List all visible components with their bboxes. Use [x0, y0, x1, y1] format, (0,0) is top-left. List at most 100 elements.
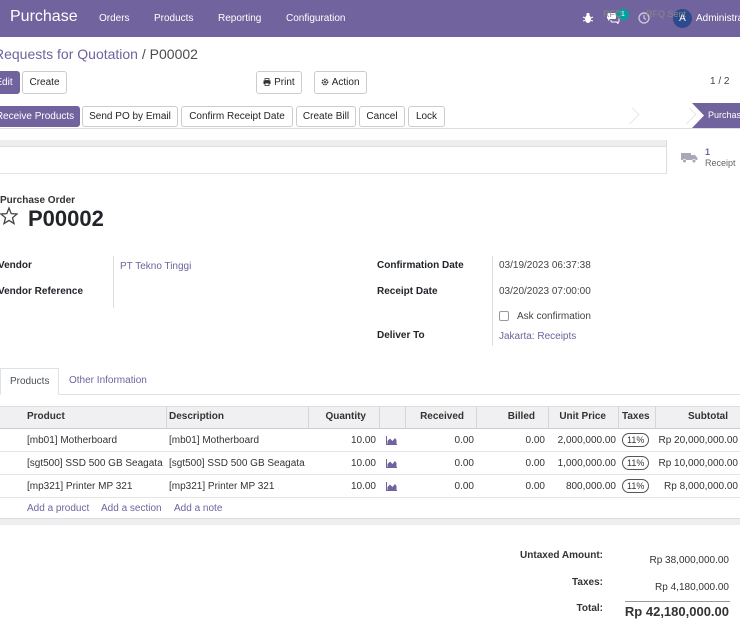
row-billed: 0.00	[525, 435, 545, 446]
row-product[interactable]: [sgt500] SSD 500 GB Seagata	[27, 458, 163, 469]
document-name: P00002	[28, 206, 104, 231]
column-header-billed[interactable]: Billed	[508, 411, 535, 422]
lock-button[interactable]: Lock	[408, 106, 445, 127]
receipt-label: Receipt	[705, 158, 736, 168]
button-box-divider	[0, 173, 740, 174]
truck-icon	[681, 153, 698, 163]
menu-configuration[interactable]: Configuration	[286, 13, 345, 24]
row-description[interactable]: [sgt500] SSD 500 GB Seagata	[169, 458, 305, 469]
forecast-chart-icon[interactable]	[386, 436, 397, 445]
tax-badge[interactable]: 11%	[622, 479, 650, 493]
vendor-value[interactable]: PT Tekno Tinggi	[120, 261, 191, 272]
column-header-taxes[interactable]: Taxes	[622, 411, 650, 422]
column-header-unit-price[interactable]: Unit Price	[559, 411, 606, 422]
row-description[interactable]: [mb01] Motherboard	[169, 435, 259, 446]
table-bottom-strip	[0, 518, 740, 525]
tax-badge[interactable]: 11%	[622, 456, 650, 470]
row-subtotal: Rp 20,000,000.00	[658, 435, 738, 446]
edit-button[interactable]: Edit	[0, 71, 20, 94]
deliver-to-value[interactable]: Jakarta: Receipts	[499, 331, 576, 342]
column-header-description[interactable]: Description	[169, 411, 224, 422]
column-header-subtotal[interactable]: Subtotal	[688, 411, 728, 422]
row-subtotal: Rp 8,000,000.00	[664, 481, 738, 492]
star-icon[interactable]	[0, 206, 18, 226]
receive-products-button[interactable]: Receive Products	[0, 106, 80, 127]
action-button[interactable]: Action	[314, 71, 367, 94]
untaxed-amount-value: Rp 38,000,000.00	[649, 555, 729, 566]
bug-icon[interactable]	[582, 12, 594, 24]
row-received: 0.00	[454, 481, 474, 492]
total-label: Total:	[576, 603, 603, 614]
row-quantity[interactable]: 10.00	[351, 481, 376, 492]
column-separator	[655, 406, 656, 429]
row-subtotal: Rp 10,000,000.00	[658, 458, 738, 469]
confirmation-date-value[interactable]: 03/19/2023 06:37:38	[499, 260, 591, 271]
receipt-date-label: Receipt Date	[377, 286, 438, 297]
print-label: Print	[274, 77, 295, 88]
column-separator	[476, 406, 477, 429]
add-section-link[interactable]: Add a section	[101, 503, 162, 514]
row-quantity[interactable]: 10.00	[351, 458, 376, 469]
total-value: Rp 42,180,000.00	[624, 604, 729, 619]
row-unit-price[interactable]: 1,000,000.00	[558, 458, 616, 469]
taxes-label: Taxes:	[572, 577, 603, 588]
pager-value[interactable]: 1 / 2	[710, 76, 729, 87]
column-separator	[379, 406, 380, 429]
tab-products[interactable]: Products	[0, 368, 60, 395]
send-po-email-button[interactable]: Send PO by Email	[82, 106, 178, 127]
menu-products[interactable]: Products	[154, 13, 193, 24]
action-label: Action	[331, 77, 360, 88]
forecast-chart-icon[interactable]	[386, 482, 397, 491]
confirm-receipt-date-button[interactable]: Confirm Receipt Date	[181, 106, 293, 127]
row-product[interactable]: [mb01] Motherboard	[27, 435, 117, 446]
document-type-label: Purchase Order	[0, 195, 76, 206]
field-divider	[113, 256, 114, 308]
vendor-label: Vendor	[0, 260, 32, 271]
column-header-product[interactable]: Product	[27, 411, 65, 422]
menu-reporting[interactable]: Reporting	[218, 13, 261, 24]
row-received: 0.00	[454, 458, 474, 469]
stage-rfq-sent[interactable]: RFQ Sent	[646, 9, 686, 19]
create-button[interactable]: Create	[22, 71, 67, 94]
row-quantity[interactable]: 10.00	[351, 435, 376, 446]
tab-other-information[interactable]: Other Information	[60, 368, 156, 395]
user-name[interactable]: Administrator	[696, 13, 740, 24]
top-navbar: Purchase Orders Products Reporting Confi…	[0, 0, 740, 37]
column-separator	[405, 406, 406, 429]
confirmation-date-label: Confirmation Date	[377, 260, 464, 271]
deliver-to-label: Deliver To	[377, 330, 425, 341]
stage-rfq[interactable]: RFQ	[603, 9, 622, 19]
row-received: 0.00	[454, 435, 474, 446]
breadcrumb-current: P00002	[149, 46, 198, 62]
receipt-count: 1	[705, 147, 711, 157]
column-separator	[548, 406, 549, 429]
column-separator	[618, 406, 619, 429]
breadcrumb-parent[interactable]: Requests for Quotation	[0, 46, 138, 62]
row-billed: 0.00	[525, 458, 545, 469]
column-separator	[166, 406, 167, 429]
breadcrumb-separator: /	[137, 46, 150, 62]
field-divider	[492, 256, 493, 346]
receipt-smart-button[interactable]: 1 Receipt	[666, 140, 740, 174]
row-unit-price[interactable]: 2,000,000.00	[558, 435, 616, 446]
create-bill-button[interactable]: Create Bill	[296, 106, 356, 127]
row-unit-price[interactable]: 800,000.00	[566, 481, 616, 492]
menu-orders[interactable]: Orders	[99, 13, 130, 24]
cancel-button[interactable]: Cancel	[359, 106, 405, 127]
total-divider	[625, 601, 730, 602]
row-product[interactable]: [mp321] Printer MP 321	[27, 481, 132, 492]
column-header-quantity[interactable]: Quantity	[325, 411, 366, 422]
column-header-received[interactable]: Received	[420, 411, 464, 422]
receipt-date-value[interactable]: 03/20/2023 07:00:00	[499, 286, 591, 297]
column-separator	[308, 406, 309, 429]
row-description[interactable]: [mp321] Printer MP 321	[169, 481, 274, 492]
add-note-link[interactable]: Add a note	[174, 503, 222, 514]
app-name[interactable]: Purchase	[10, 8, 78, 26]
breadcrumb: Requests for Quotation / P00002	[0, 46, 198, 62]
print-button[interactable]: Print	[256, 71, 302, 94]
tax-badge[interactable]: 11%	[622, 433, 650, 447]
ask-confirmation-checkbox[interactable]	[499, 311, 509, 321]
forecast-chart-icon[interactable]	[386, 459, 397, 468]
gear-icon	[322, 78, 329, 86]
add-product-link[interactable]: Add a product	[27, 503, 89, 514]
